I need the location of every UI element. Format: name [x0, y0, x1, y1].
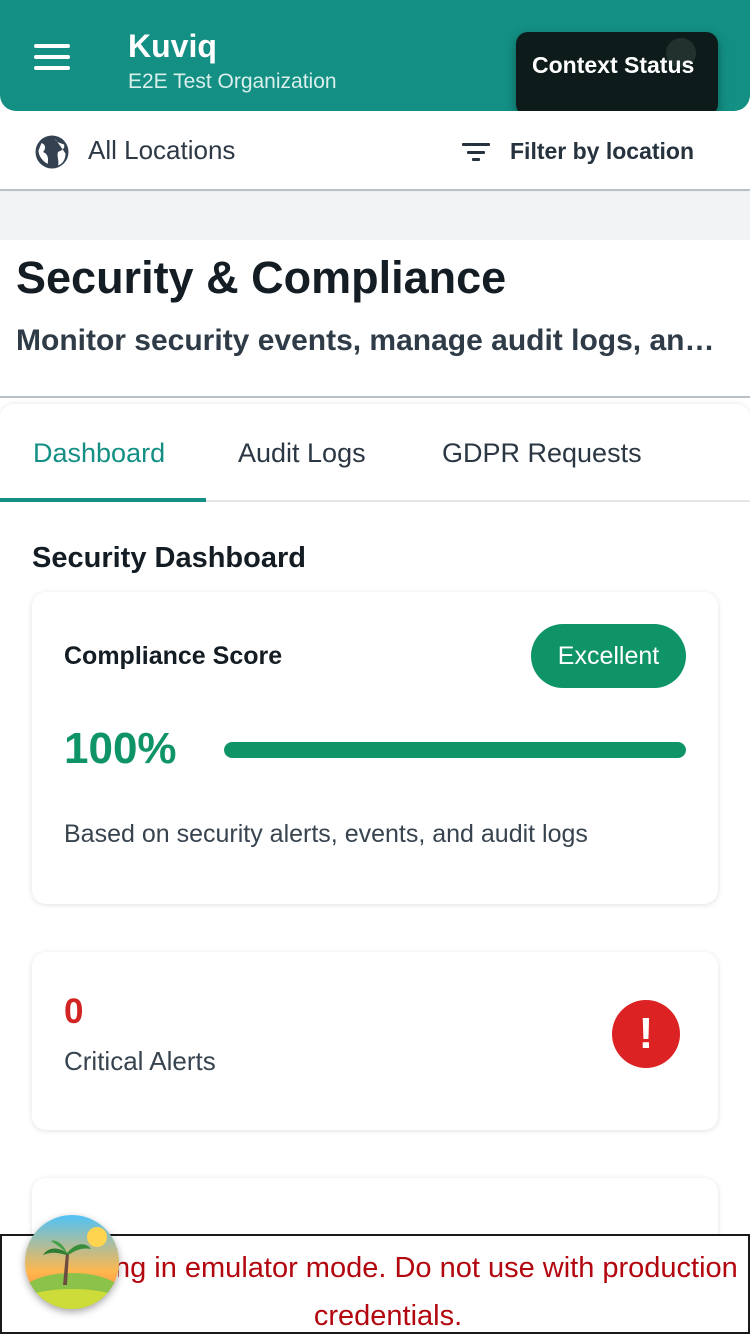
page-title: Security & Compliance — [16, 252, 507, 303]
security-content: Dashboard Audit Logs GDPR Requests Secur… — [0, 404, 750, 1334]
tab-dashboard[interactable]: Dashboard — [33, 438, 165, 469]
context-status-tooltip: Context Status — [516, 32, 718, 116]
page-subtitle: Monitor security events, manage audit lo… — [16, 324, 731, 357]
status-badge: Excellent — [531, 624, 686, 688]
all-locations-label[interactable]: All Locations — [88, 135, 235, 166]
app-header: Kuviq E2E Test Organization Context Stat… — [0, 0, 750, 116]
emulator-logo-icon[interactable] — [25, 1215, 119, 1309]
active-tab-indicator — [0, 498, 206, 502]
tab-audit-logs[interactable]: Audit Logs — [238, 438, 366, 469]
tab-bar: Dashboard Audit Logs GDPR Requests — [0, 404, 750, 502]
divider — [0, 396, 750, 398]
section-title: Security Dashboard — [32, 542, 306, 574]
compliance-score-label: Compliance Score — [64, 642, 283, 670]
location-bar: All Locations Filter by location — [0, 111, 750, 191]
tab-gdpr-requests[interactable]: GDPR Requests — [442, 438, 642, 469]
spacer-band — [0, 193, 750, 240]
filter-icon[interactable] — [462, 142, 490, 162]
compliance-progress-bar — [224, 742, 686, 758]
compliance-score-value: 100% — [64, 724, 177, 773]
compliance-score-card: Compliance Score Excellent 100% Based on… — [32, 592, 718, 904]
compliance-progress-fill — [224, 742, 686, 758]
critical-alerts-card[interactable]: 0 Critical Alerts ! — [32, 952, 718, 1130]
filter-by-location-button[interactable]: Filter by location — [510, 138, 694, 165]
app-title: Kuviq — [128, 28, 217, 64]
compliance-score-note: Based on security alerts, events, and au… — [64, 820, 588, 848]
critical-alerts-label: Critical Alerts — [64, 1046, 216, 1076]
organization-name[interactable]: E2E Test Organization — [128, 70, 337, 94]
context-status-label: Context Status — [532, 52, 695, 78]
exclamation-icon: ! — [612, 1000, 680, 1068]
menu-icon[interactable] — [34, 44, 70, 70]
app-screen: Kuviq E2E Test Organization Context Stat… — [0, 0, 750, 1334]
globe-icon — [35, 135, 69, 169]
critical-alerts-count: 0 — [64, 992, 84, 1031]
